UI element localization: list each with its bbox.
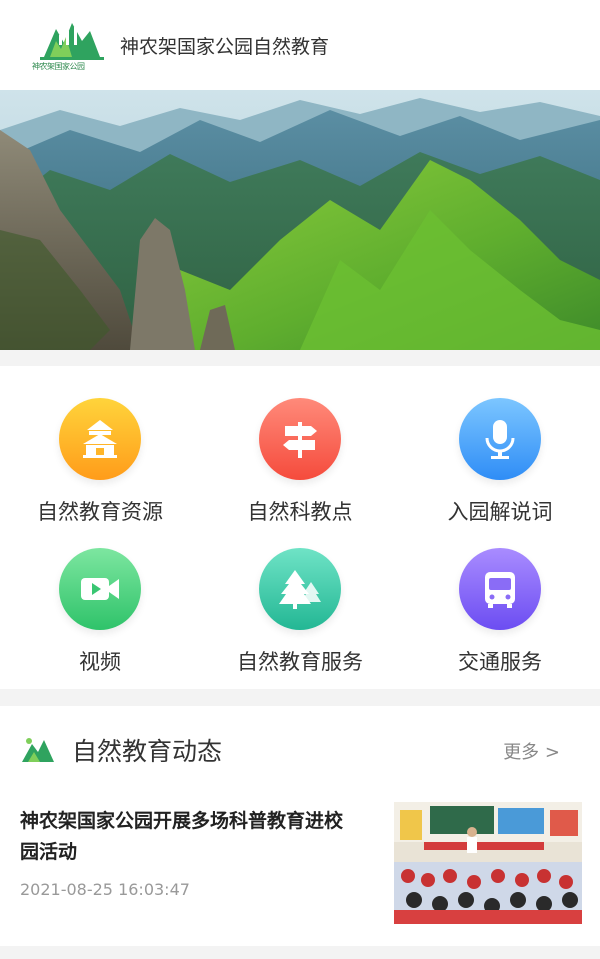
feature-nature-education-services[interactable]: 自然教育服务 (200, 548, 400, 698)
park-logo[interactable]: 神农架国家公园 (30, 17, 112, 73)
signpost-icon (259, 398, 341, 480)
bus-icon (459, 548, 541, 630)
feature-entry-commentary[interactable]: 入园解说词 (400, 398, 600, 548)
news-title[interactable]: 神农架国家公园开展多场科普教育进校园活动 (20, 806, 360, 868)
feature-label: 自然教育资源 (37, 500, 163, 524)
mountain-icon (20, 734, 56, 766)
hero-banner[interactable] (0, 90, 600, 350)
news-thumbnail[interactable] (394, 802, 582, 924)
feature-label: 自然教育服务 (237, 650, 363, 674)
feature-transport-services[interactable]: 交通服务 (400, 548, 600, 698)
feature-grid: 自然教育资源 自然科教点 入园解说词 视频 自然教育服务 交通服务 (0, 366, 600, 689)
video-camera-icon (59, 548, 141, 630)
feature-label: 视频 (79, 650, 121, 674)
feature-nature-education-resources[interactable]: 自然教育资源 (0, 398, 200, 548)
app-header: 神农架国家公园 神农架国家公园自然教育 (0, 0, 600, 90)
section-title: 自然教育动态 (72, 737, 223, 766)
feature-nature-science-points[interactable]: 自然科教点 (200, 398, 400, 548)
news-section: 自然教育动态 更多 > 神农架国家公园开展多场科普教育进校园活动 2021-08… (0, 706, 600, 946)
mountain-landscape-image (0, 90, 600, 350)
more-link[interactable]: 更多 > (503, 738, 560, 764)
section-header: 自然教育动态 更多 > (20, 732, 580, 772)
classroom-photo-image (394, 802, 582, 924)
feature-video[interactable]: 视频 (0, 548, 200, 698)
news-item[interactable]: 神农架国家公园开展多场科普教育进校园活动 2021-08-25 16:03:47 (0, 802, 600, 932)
feature-label: 入园解说词 (447, 500, 553, 524)
microphone-icon (459, 398, 541, 480)
page-bottom-divider (0, 946, 600, 959)
logo-text: 神农架国家公园 (32, 62, 85, 71)
pine-tree-icon (259, 548, 341, 630)
mountain-logo-icon (40, 23, 104, 60)
app-title: 神农架国家公园自然教育 (120, 35, 330, 58)
news-date: 2021-08-25 16:03:47 (20, 880, 190, 899)
feature-label: 自然科教点 (247, 500, 353, 524)
feature-label: 交通服务 (458, 650, 542, 674)
temple-icon (59, 398, 141, 480)
